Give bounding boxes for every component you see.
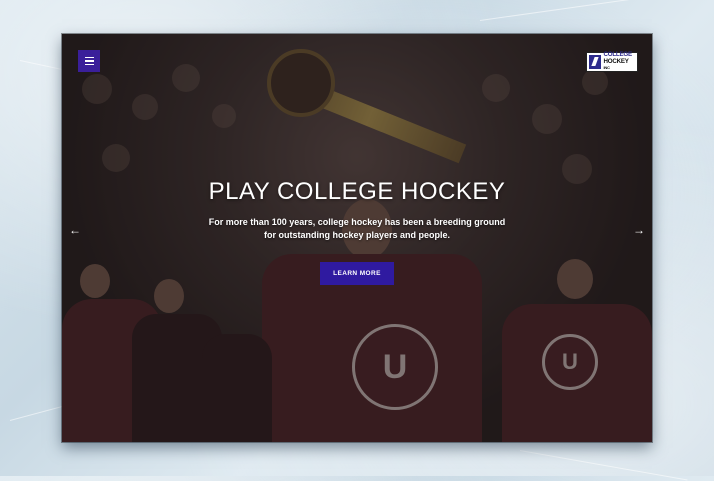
menu-button[interactable] (78, 50, 100, 72)
hero-subtitle: For more than 100 years, college hockey … (208, 217, 506, 240)
hero-title: PLAY COLLEGE HOCKEY (208, 178, 506, 205)
college-hockey-logo[interactable]: COLLEGE HOCKEY INC (586, 52, 638, 72)
logo-line2: HOCKEY INC (603, 57, 629, 71)
learn-more-button[interactable]: LEARN MORE (320, 262, 394, 285)
hockey-player-icon (589, 55, 602, 69)
hamburger-menu-icon (84, 56, 94, 59)
hero-content: PLAY COLLEGE HOCKEY For more than 100 ye… (62, 178, 652, 285)
hero-slider: U U COLLEGE HOCKEY INC ← → PLAY COLLEGE … (62, 34, 652, 442)
